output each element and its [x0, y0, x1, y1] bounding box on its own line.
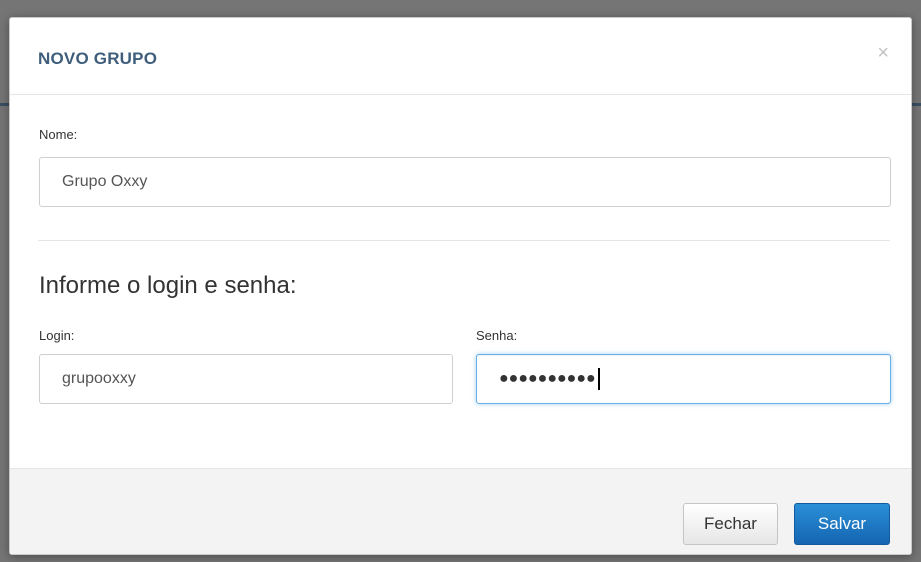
senha-label: Senha:: [476, 328, 518, 343]
new-group-dialog: NOVO GRUPO × Nome: Grupo Oxxy Informe o …: [9, 17, 912, 555]
nome-label: Nome:: [39, 127, 78, 142]
login-input[interactable]: grupooxxy: [39, 354, 453, 404]
close-button[interactable]: Fechar: [683, 503, 778, 545]
senha-input[interactable]: ●●●●●●●●●●: [476, 354, 891, 404]
dialog-footer: Fechar Salvar: [10, 468, 911, 554]
section-divider: [38, 240, 890, 241]
login-label: Login:: [39, 328, 75, 343]
dialog-header: NOVO GRUPO ×: [10, 18, 911, 95]
login-input-value: grupooxxy: [62, 370, 136, 387]
senha-masked-value: ●●●●●●●●●●: [499, 370, 596, 387]
dialog-title: NOVO GRUPO: [38, 49, 158, 68]
nome-input[interactable]: Grupo Oxxy: [39, 157, 891, 207]
close-icon[interactable]: ×: [877, 43, 889, 63]
nome-input-value: Grupo Oxxy: [62, 173, 148, 190]
text-caret: [597, 368, 600, 390]
credentials-heading: Informe o login e senha:: [39, 272, 297, 299]
save-button[interactable]: Salvar: [794, 503, 890, 545]
